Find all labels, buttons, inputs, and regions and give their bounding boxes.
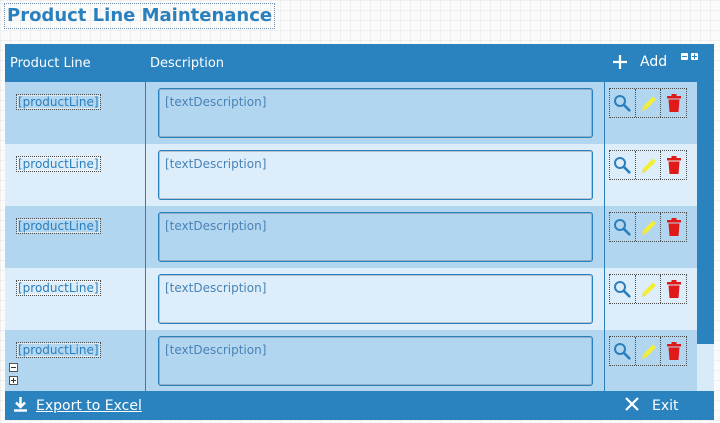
trash-icon	[666, 217, 682, 237]
view-button[interactable]	[610, 89, 636, 117]
description-field[interactable]: [textDescription]	[158, 336, 593, 386]
edit-button[interactable]	[636, 89, 662, 117]
view-button[interactable]	[610, 275, 636, 303]
product-line-cell: [productLine]	[16, 280, 101, 296]
delete-button[interactable]	[661, 275, 686, 303]
pencil-icon	[639, 279, 657, 299]
pencil-icon	[639, 217, 657, 237]
pencil-icon	[639, 341, 657, 361]
grid-footer: Export to Excel Exit	[5, 391, 714, 420]
product-line-grid-panel: Product Line Description Add [productLin…	[5, 44, 714, 420]
view-button[interactable]	[610, 213, 636, 241]
edit-button[interactable]	[636, 337, 662, 365]
pencil-icon	[639, 93, 657, 113]
row-actions	[609, 212, 687, 242]
row-actions	[609, 336, 687, 366]
table-row: [productLine] [textDescription]	[5, 330, 697, 391]
column-divider	[604, 82, 605, 144]
column-divider	[145, 206, 146, 268]
description-text: [textDescription]	[165, 95, 267, 109]
column-divider	[604, 206, 605, 268]
edit-button[interactable]	[636, 151, 662, 179]
description-field[interactable]: [textDescription]	[158, 274, 593, 324]
description-field[interactable]: [textDescription]	[158, 150, 593, 200]
scrollbar-thumb[interactable]	[697, 82, 714, 344]
product-line-cell: [productLine]	[16, 342, 101, 358]
edit-button[interactable]	[636, 275, 662, 303]
delete-button[interactable]	[661, 213, 686, 241]
view-button[interactable]	[610, 151, 636, 179]
add-button[interactable]: Add	[612, 51, 667, 73]
column-divider	[604, 268, 605, 330]
expand-icon[interactable]	[9, 376, 18, 385]
column-divider	[604, 330, 605, 391]
trash-icon	[666, 279, 682, 299]
search-icon	[613, 156, 631, 174]
row-actions	[609, 88, 687, 118]
table-row: [productLine] [textDescription]	[5, 82, 697, 144]
row-actions	[609, 274, 687, 304]
trash-icon	[666, 155, 682, 175]
trash-icon	[666, 341, 682, 361]
pencil-icon	[639, 155, 657, 175]
description-field[interactable]: [textDescription]	[158, 88, 593, 138]
delete-button[interactable]	[661, 337, 686, 365]
add-button-label: Add	[640, 54, 668, 70]
description-text: [textDescription]	[165, 281, 267, 295]
exit-button[interactable]: Exit	[624, 396, 679, 416]
column-divider	[145, 144, 146, 206]
column-divider	[145, 82, 146, 144]
table-row: [productLine] [textDescription]	[5, 268, 697, 330]
export-to-excel-label: Export to Excel	[36, 398, 142, 414]
description-text: [textDescription]	[165, 219, 267, 233]
close-icon	[624, 396, 640, 416]
search-icon	[613, 94, 631, 112]
download-icon	[13, 396, 28, 416]
exit-button-label: Exit	[652, 398, 679, 414]
vertical-scrollbar[interactable]	[697, 82, 714, 391]
grid-body: [productLine] [textDescription] [productLi…	[5, 82, 697, 391]
delete-button[interactable]	[661, 89, 686, 117]
description-field[interactable]: [textDescription]	[158, 212, 593, 262]
product-line-cell: [productLine]	[16, 218, 101, 234]
product-line-cell: [productLine]	[16, 94, 101, 110]
trash-icon	[666, 93, 682, 113]
column-divider	[145, 268, 146, 330]
page-title: Product Line Maintenance	[4, 3, 276, 29]
column-header-product-line: Product Line	[10, 56, 91, 71]
description-text: [textDescription]	[165, 343, 267, 357]
search-icon	[613, 342, 631, 360]
export-to-excel-button[interactable]: Export to Excel	[13, 396, 142, 416]
description-text: [textDescription]	[165, 157, 267, 171]
expand-icon[interactable]	[691, 53, 698, 60]
header-toggle-icons	[681, 53, 698, 60]
row-actions	[609, 150, 687, 180]
column-header-description: Description	[150, 56, 225, 71]
delete-button[interactable]	[661, 151, 686, 179]
edit-button[interactable]	[636, 213, 662, 241]
table-row: [productLine] [textDescription]	[5, 144, 697, 206]
collapse-icon[interactable]	[681, 53, 688, 60]
plus-icon	[612, 54, 628, 70]
product-line-cell: [productLine]	[16, 156, 101, 172]
grid-header: Product Line Description Add	[5, 44, 714, 82]
search-icon	[613, 218, 631, 236]
collapse-icon[interactable]	[9, 363, 18, 372]
column-divider	[145, 330, 146, 391]
view-button[interactable]	[610, 337, 636, 365]
column-divider	[604, 144, 605, 206]
search-icon	[613, 280, 631, 298]
table-row: [productLine] [textDescription]	[5, 206, 697, 268]
